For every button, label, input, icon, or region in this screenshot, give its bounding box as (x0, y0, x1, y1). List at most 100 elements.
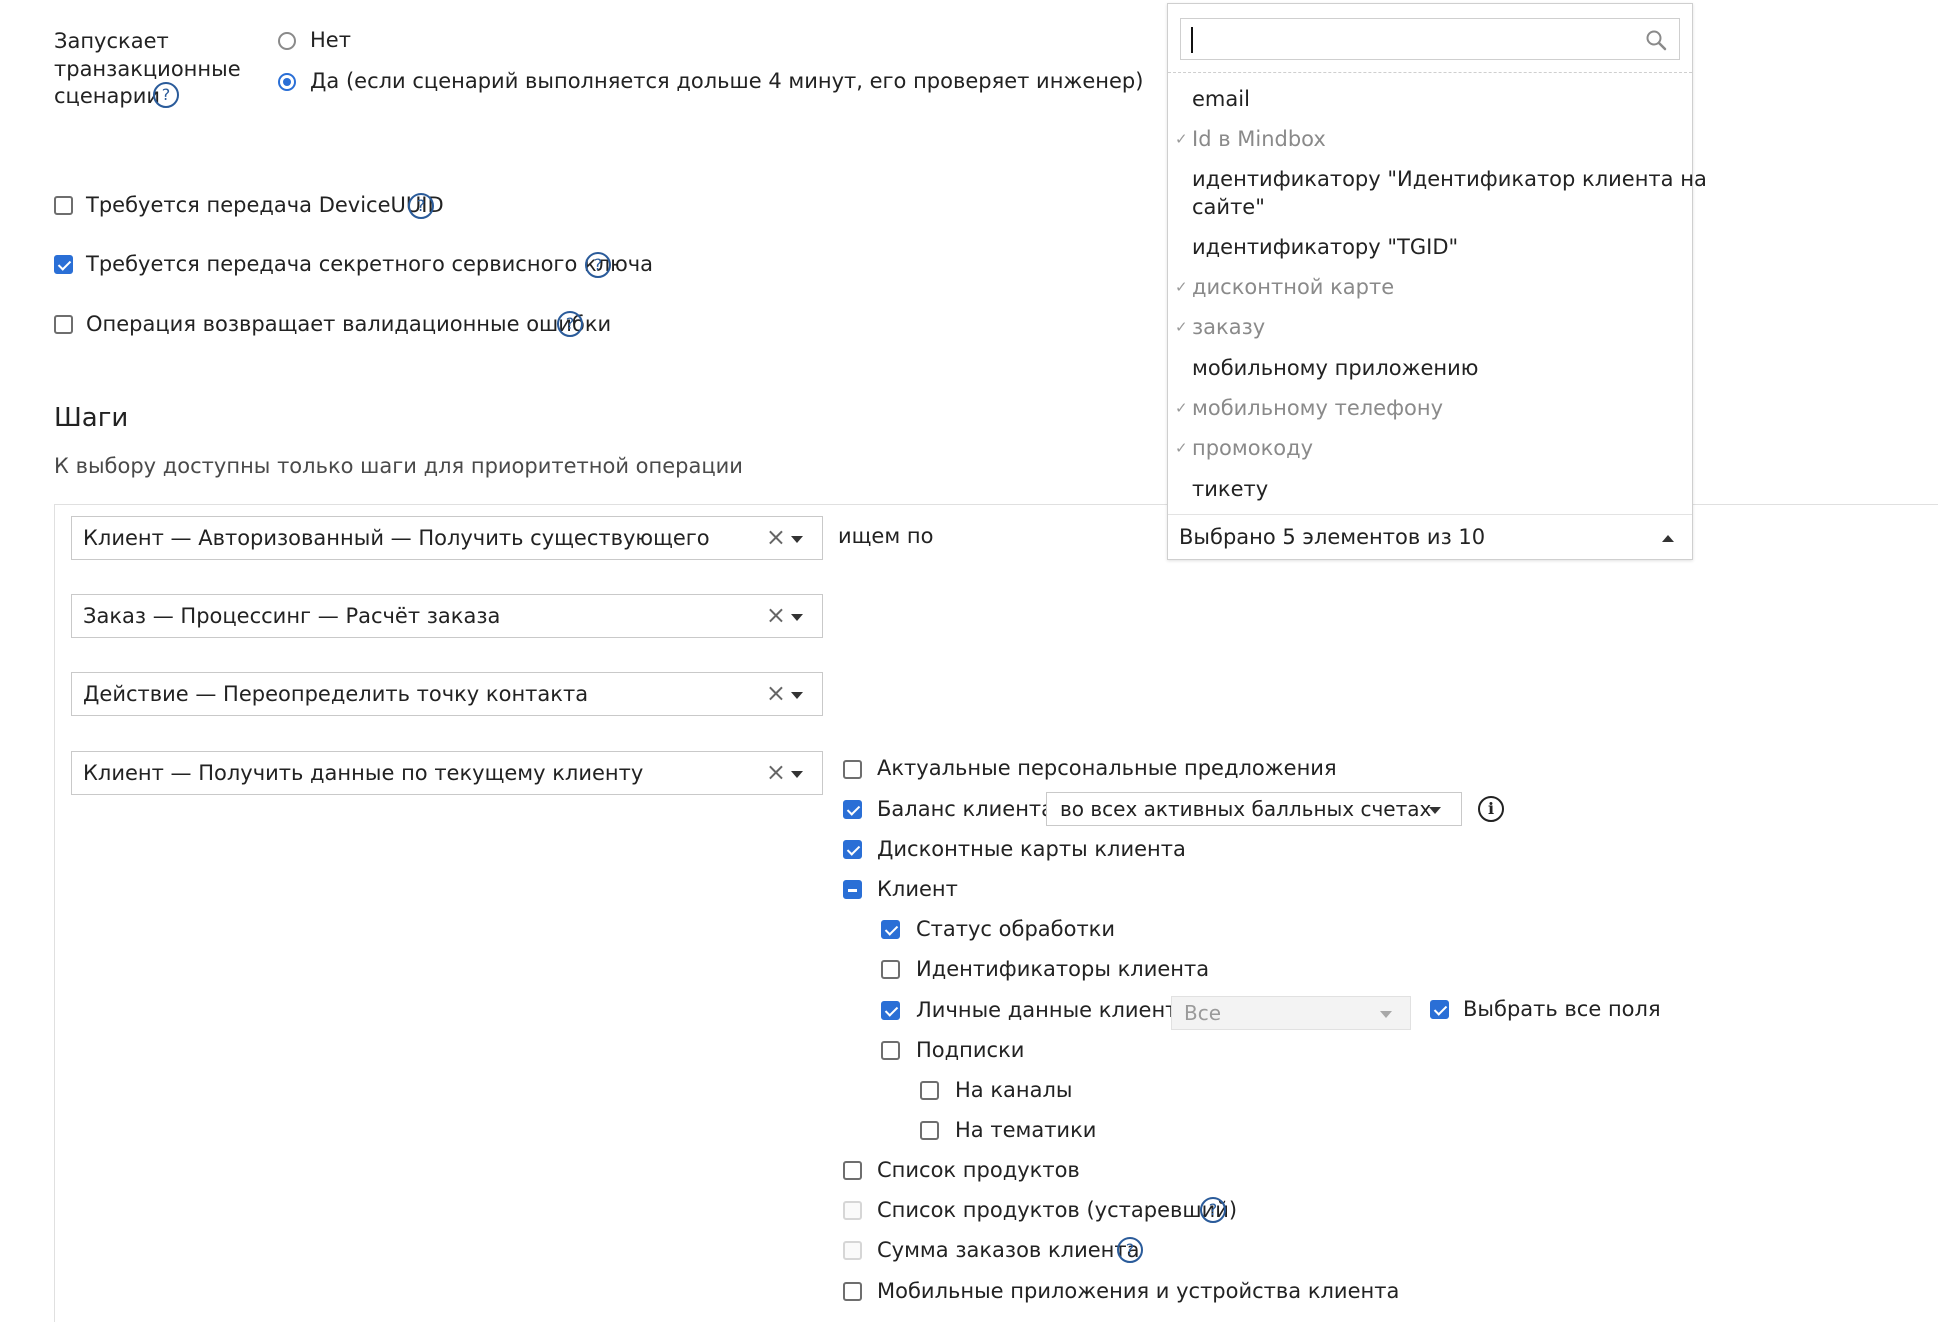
chevron-down-icon[interactable] (791, 536, 803, 543)
secret-key-help-icon[interactable]: ? (585, 252, 611, 278)
orders-sum-label: Сумма заказов клиента (877, 1238, 1140, 1262)
products-legacy-checkbox (843, 1201, 862, 1220)
dropdown-search-input[interactable] (1180, 18, 1680, 60)
processing-status-label: Статус обработки (916, 917, 1116, 941)
chevron-down-icon[interactable] (791, 692, 803, 699)
chevron-down-icon[interactable] (1429, 807, 1441, 814)
check-icon: ✓ (1175, 278, 1188, 296)
discount-cards-label: Дисконтные карты клиента (877, 837, 1186, 861)
channels-label: На каналы (955, 1078, 1073, 1102)
check-icon: ✓ (1175, 399, 1188, 417)
client-ids-label: Идентификаторы клиента (916, 957, 1210, 981)
select-all-fields-checkbox[interactable] (1430, 1000, 1449, 1019)
dropdown-option-selected[interactable]: ✓ мобильному телефону (1175, 394, 1443, 422)
dropdown-option[interactable]: идентификатору "Идентификатор клиента на… (1192, 165, 1707, 221)
dropdown-option-label: дисконтной карте (1192, 275, 1395, 299)
balance-label: Баланс клиента (877, 797, 1055, 821)
dropdown-selection-summary: Выбрано 5 элементов из 10 (1179, 525, 1486, 549)
client-label: Клиент (877, 877, 958, 901)
secret-key-checkbox[interactable] (54, 255, 73, 274)
client-ids-checkbox[interactable] (881, 960, 900, 979)
info-icon[interactable]: i (1478, 796, 1504, 822)
personal-offers-checkbox[interactable] (843, 760, 862, 779)
processing-status-checkbox[interactable] (881, 920, 900, 939)
steps-subtitle: К выбору доступны только шаги для приори… (54, 454, 743, 478)
balance-account-select[interactable]: во всех активных балльных счетах (1046, 792, 1462, 826)
subscriptions-label: Подписки (916, 1038, 1025, 1062)
dropdown-separator (1168, 72, 1692, 73)
transactional-option-yes-label: Да (если сценарий выполняется дольше 4 м… (310, 69, 1144, 93)
products-legacy-help-icon[interactable]: ? (1200, 1197, 1226, 1223)
chevron-down-icon[interactable] (791, 614, 803, 621)
step-select-3[interactable]: Действие — Переопределить точку контакта… (71, 672, 823, 716)
discount-cards-checkbox[interactable] (843, 840, 862, 859)
dropdown-option-selected[interactable]: ✓ дисконтной карте (1175, 273, 1395, 301)
step-select-value: Клиент — Получить данные по текущему кли… (83, 761, 644, 785)
validation-errors-checkbox[interactable] (54, 315, 73, 334)
device-uuid-help-icon[interactable]: ? (408, 193, 434, 219)
subscriptions-checkbox[interactable] (881, 1041, 900, 1060)
topics-checkbox[interactable] (920, 1121, 939, 1140)
client-checkbox[interactable] (843, 880, 862, 899)
step-select-value: Клиент — Авторизованный — Получить сущес… (83, 526, 710, 550)
search-icon (1646, 30, 1667, 51)
dropdown-option[interactable]: идентификатору "TGID" (1192, 233, 1458, 261)
personal-data-label: Личные данные клиента (916, 998, 1191, 1022)
chevron-up-icon[interactable] (1662, 535, 1674, 542)
personal-data-checkbox[interactable] (881, 1001, 900, 1020)
personal-data-fields-select-value: Все (1184, 1001, 1222, 1025)
transactional-label-line2: транзакционные (54, 57, 241, 81)
personal-offers-label: Актуальные персональные предложения (877, 756, 1337, 780)
dropdown-option-label: email (1192, 87, 1250, 111)
products-legacy-label: Список продуктов (устаревший) (877, 1198, 1238, 1222)
chevron-down-icon (1380, 1011, 1392, 1018)
clear-icon[interactable]: × (766, 601, 786, 629)
step-select-1[interactable]: Клиент — Авторизованный — Получить сущес… (71, 516, 823, 560)
step-select-2[interactable]: Заказ — Процессинг — Расчёт заказа × (71, 594, 823, 638)
dropdown-option-selected[interactable]: ✓ Id в Mindbox (1175, 125, 1326, 153)
validation-errors-label: Операция возвращает валидационные ошибки (86, 312, 612, 336)
search-by-label: ищем по (838, 524, 934, 548)
step-select-value: Заказ — Процессинг — Расчёт заказа (83, 604, 501, 628)
dropdown-option-label: заказу (1192, 315, 1266, 339)
device-uuid-checkbox[interactable] (54, 196, 73, 215)
select-all-fields-label: Выбрать все поля (1463, 997, 1661, 1021)
transactional-label-line3: сценарии (54, 84, 160, 108)
clear-icon[interactable]: × (766, 679, 786, 707)
device-uuid-label: Требуется передача DeviceUUID (86, 193, 444, 217)
dropdown-option[interactable]: мобильному приложению (1192, 354, 1478, 382)
orders-sum-checkbox (843, 1241, 862, 1260)
dropdown-option-label: идентификатору "TGID" (1192, 235, 1459, 259)
search-by-dropdown[interactable]: email ✓ Id в Mindbox идентификатору "Иде… (1167, 3, 1707, 561)
mobile-apps-label: Мобильные приложения и устройства клиент… (877, 1279, 1400, 1303)
chevron-down-icon[interactable] (791, 771, 803, 778)
clear-icon[interactable]: × (766, 758, 786, 786)
dropdown-option-label-line2: сайте" (1192, 195, 1265, 219)
dropdown-option-label: Id в Mindbox (1192, 127, 1326, 151)
text-cursor (1191, 27, 1193, 53)
channels-checkbox[interactable] (920, 1081, 939, 1100)
check-icon: ✓ (1175, 130, 1188, 148)
transactional-radio-yes[interactable] (278, 73, 296, 91)
step-select-value: Действие — Переопределить точку контакта (83, 682, 589, 706)
mobile-apps-checkbox[interactable] (843, 1282, 862, 1301)
dropdown-option[interactable]: тикету (1192, 475, 1268, 503)
products-checkbox[interactable] (843, 1161, 862, 1180)
step-select-4[interactable]: Клиент — Получить данные по текущему кли… (71, 751, 823, 795)
dropdown-footer[interactable]: Выбрано 5 элементов из 10 (1168, 514, 1692, 561)
dropdown-option-selected[interactable]: ✓ заказу (1175, 313, 1266, 341)
dropdown-option-label-line1: идентификатору "Идентификатор клиента на (1192, 167, 1707, 191)
dropdown-option[interactable]: email (1192, 85, 1250, 113)
dropdown-option-label: мобильному приложению (1192, 356, 1479, 380)
balance-account-select-value: во всех активных балльных счетах (1060, 797, 1432, 821)
personal-data-fields-select[interactable]: Все (1171, 996, 1411, 1030)
balance-checkbox[interactable] (843, 800, 862, 819)
orders-sum-help-icon[interactable]: ? (1117, 1237, 1143, 1263)
clear-icon[interactable]: × (766, 523, 786, 551)
steps-left-border (54, 504, 55, 1322)
validation-errors-help-icon[interactable]: ? (557, 311, 583, 337)
dropdown-option-selected[interactable]: ✓ промокоду (1175, 434, 1313, 462)
transactional-radio-no[interactable] (278, 32, 296, 50)
transactional-help-icon[interactable]: ? (153, 82, 179, 108)
check-icon: ✓ (1175, 439, 1188, 457)
